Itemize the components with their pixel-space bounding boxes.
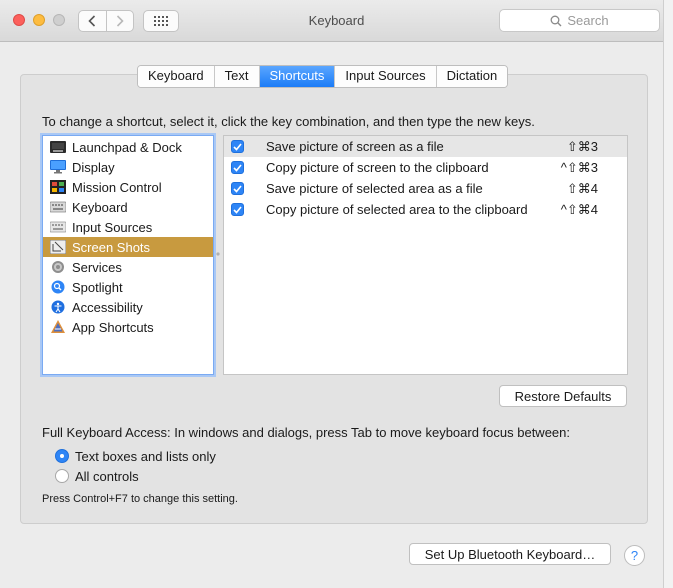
category-launchpad-dock[interactable]: Launchpad & Dock [43, 137, 213, 157]
category-label: Launchpad & Dock [72, 139, 182, 155]
category-label: Accessibility [72, 299, 143, 315]
keyboard-access-hint: Press Control+F7 to change this setting. [42, 493, 238, 505]
category-label: Spotlight [72, 279, 123, 295]
shortcut-category-list[interactable]: Launchpad & Dock Display Mission Control… [42, 135, 214, 375]
shortcut-enabled-checkbox[interactable] [231, 203, 244, 216]
radio-text-boxes-lists[interactable] [55, 449, 69, 463]
tab-text[interactable]: Text [213, 66, 259, 87]
shortcut-keys[interactable]: ^⇧⌘3 [561, 160, 598, 176]
launchpad-icon [50, 141, 66, 153]
checkmark-icon [233, 142, 242, 151]
tab-shortcuts[interactable]: Shortcuts [258, 66, 335, 87]
radio-label-all-controls[interactable]: All controls [75, 469, 139, 484]
category-label: Mission Control [72, 179, 162, 195]
mission-control-icon [50, 180, 66, 194]
screenshot-icon [50, 240, 66, 254]
shortcut-row-save-area[interactable]: Save picture of selected area as a file … [224, 178, 627, 199]
shortcut-enabled-checkbox[interactable] [231, 182, 244, 195]
category-services[interactable]: Services [43, 257, 213, 277]
tab-input-sources[interactable]: Input Sources [334, 66, 436, 87]
checkmark-icon [233, 205, 242, 214]
spotlight-icon [51, 280, 65, 294]
shortcuts-table[interactable]: Save picture of screen as a file ⇧⌘3 Cop… [223, 135, 628, 375]
shortcut-row-copy-area[interactable]: Copy picture of selected area to the cli… [224, 199, 627, 220]
shortcut-label: Copy picture of selected area to the cli… [266, 202, 528, 217]
restore-defaults-button[interactable]: Restore Defaults [499, 385, 627, 407]
category-app-shortcuts[interactable]: App Shortcuts [43, 317, 213, 337]
category-accessibility[interactable]: Accessibility [43, 297, 213, 317]
search-field[interactable]: Search [499, 9, 660, 32]
category-label: Services [72, 259, 122, 275]
category-label: Input Sources [72, 219, 153, 235]
tab-bar: Keyboard Text Shortcuts Input Sources Di… [137, 65, 509, 88]
checkmark-icon [233, 163, 242, 172]
display-icon [50, 160, 66, 174]
checkmark-icon [233, 184, 242, 193]
shortcut-label: Save picture of selected area as a file [266, 181, 483, 196]
input-sources-icon [50, 221, 66, 233]
gear-icon [52, 261, 64, 273]
full-keyboard-access-label: Full Keyboard Access: In windows and dia… [42, 425, 570, 440]
category-input-sources[interactable]: Input Sources [43, 217, 213, 237]
tab-keyboard[interactable]: Keyboard [138, 66, 214, 87]
split-view-divider[interactable] [216, 251, 220, 257]
shortcut-keys[interactable]: ⇧⌘3 [567, 139, 598, 155]
category-spotlight[interactable]: Spotlight [43, 277, 213, 297]
shortcut-keys[interactable]: ^⇧⌘4 [561, 202, 598, 218]
category-display[interactable]: Display [43, 157, 213, 177]
category-label: App Shortcuts [72, 319, 154, 335]
title-bar: Keyboard Search [0, 0, 673, 42]
shortcut-label: Save picture of screen as a file [266, 139, 444, 154]
category-keyboard[interactable]: Keyboard [43, 197, 213, 217]
tab-dictation[interactable]: Dictation [435, 66, 508, 87]
shortcut-row-save-screen[interactable]: Save picture of screen as a file ⇧⌘3 [224, 136, 627, 157]
category-label: Display [72, 159, 115, 175]
shortcut-row-copy-screen[interactable]: Copy picture of screen to the clipboard … [224, 157, 627, 178]
keyboard-icon [50, 201, 66, 213]
category-label: Keyboard [72, 199, 128, 215]
shortcut-label: Copy picture of screen to the clipboard [266, 160, 489, 175]
search-icon [550, 15, 562, 26]
app-shortcuts-icon [51, 320, 65, 333]
help-button[interactable]: ? [624, 545, 645, 566]
radio-label-text-boxes-lists[interactable]: Text boxes and lists only [75, 449, 216, 464]
instructions-text: To change a shortcut, select it, click t… [42, 114, 535, 129]
category-screen-shots[interactable]: Screen Shots [43, 237, 213, 257]
shortcut-keys[interactable]: ⇧⌘4 [567, 181, 598, 197]
category-label: Screen Shots [72, 239, 151, 255]
category-mission-control[interactable]: Mission Control [43, 177, 213, 197]
radio-all-controls[interactable] [55, 469, 69, 483]
setup-bluetooth-keyboard-button[interactable]: Set Up Bluetooth Keyboard… [409, 543, 611, 565]
accessibility-icon [51, 300, 65, 314]
shortcut-enabled-checkbox[interactable] [231, 140, 244, 153]
shortcut-enabled-checkbox[interactable] [231, 161, 244, 174]
search-placeholder: Search [567, 13, 609, 28]
adjacent-window-edge [663, 0, 673, 588]
